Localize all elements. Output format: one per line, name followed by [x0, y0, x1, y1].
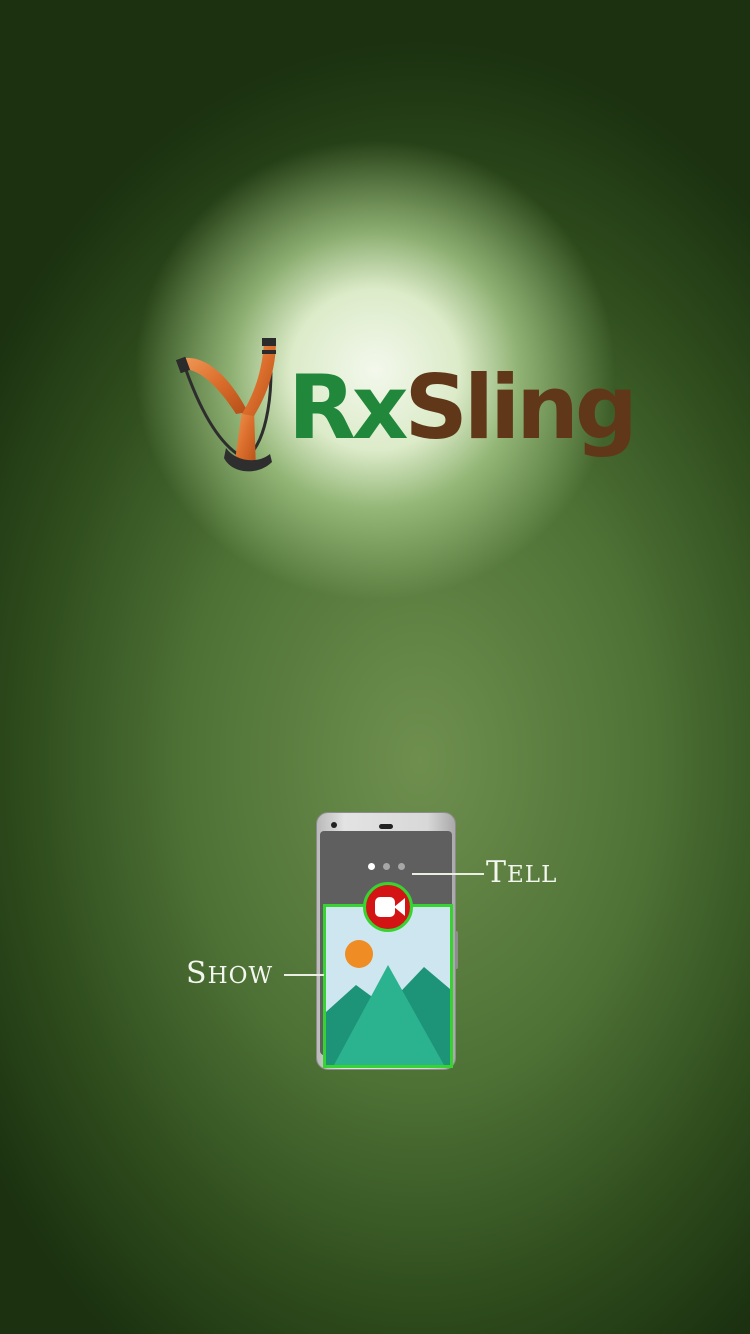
record-video-button [363, 882, 413, 932]
rxsling-logo: RxSling [174, 330, 638, 480]
phone-speaker [379, 824, 393, 829]
phone-camera-icon [331, 822, 337, 828]
tell-label-rest: ELL [507, 862, 558, 888]
splash-screen: RxSling TELL SHOW [0, 0, 750, 1334]
phone-illustration [316, 812, 458, 1070]
pager-dots [320, 863, 452, 871]
show-label-rest: HOW [207, 963, 274, 989]
show-label-initial: S [186, 956, 208, 991]
tell-label: TELL [486, 858, 557, 890]
tell-callout-line [412, 873, 484, 875]
pager-dot-2 [383, 863, 390, 870]
pager-dot-3 [398, 863, 405, 870]
logo-rx-text: Rx [288, 356, 409, 459]
phone-screen [320, 831, 453, 1068]
slingshot-icon [175, 338, 276, 472]
show-label: SHOW [186, 959, 273, 991]
tell-label-initial: T [486, 855, 508, 890]
show-callout-line [284, 974, 324, 976]
phone-body [316, 812, 458, 1070]
logo-sling-text: Sling [404, 356, 638, 459]
sun-icon [345, 940, 373, 968]
video-camera-icon [375, 897, 405, 917]
logo-wordmark: RxSling [288, 356, 638, 459]
phone-side-button [455, 931, 458, 969]
pager-dot-1 [368, 863, 375, 870]
